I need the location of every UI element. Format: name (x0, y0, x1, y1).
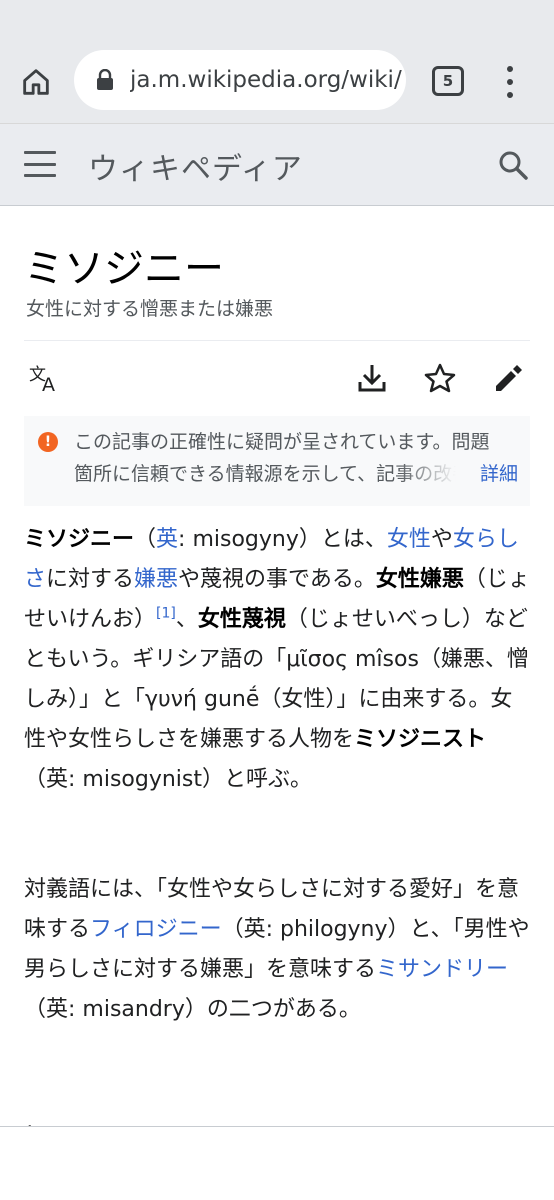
wiki-header: ウィキペディア (0, 124, 554, 206)
page-title: ミソジニー (24, 246, 224, 292)
link-woman[interactable]: 女性 (387, 527, 431, 552)
notice-line-1: この記事の正確性に疑問が呈されています。問題 (74, 431, 490, 453)
translate-icon[interactable]: 文 A (26, 360, 62, 396)
text-span: : misogyny）とは、 (178, 527, 387, 552)
more-vert-icon-dot (507, 66, 513, 72)
page-subtitle: 女性に対する憎悪または嫌悪 (26, 298, 274, 320)
home-button[interactable] (14, 60, 58, 104)
link-misandry[interactable]: ミサンドリー (376, 957, 508, 982)
text-span: 、 (175, 607, 198, 632)
text-span: や蔑視の事である。 (178, 567, 376, 592)
text-span: （英: misandry）の二つがある。 (24, 997, 361, 1022)
bold-term: 女性蔑視 (197, 607, 286, 632)
accuracy-notice[interactable]: ! この記事の正確性に疑問が呈されています。問題 箇所に信頼できる情報源を示して… (24, 416, 530, 506)
browser-toolbar: ja.m.wikipedia.org/wiki/ 5 (0, 0, 554, 124)
search-icon[interactable] (496, 148, 530, 182)
text-span: や (430, 527, 453, 552)
menu-icon[interactable] (24, 151, 56, 177)
bottom-area (0, 1127, 554, 1200)
url-text: ja.m.wikipedia.org/wiki/ (130, 67, 402, 93)
article-paragraph-1: ミソジニー（英: misogyny）とは、女性や女らしさに対する嫌悪や蔑視の事で… (24, 520, 530, 800)
star-icon[interactable] (422, 360, 458, 396)
text-span: （ (134, 527, 157, 552)
bold-term: ミソジニー (24, 527, 135, 552)
home-icon (23, 69, 49, 95)
link-philogyny[interactable]: フィロジニー (90, 917, 222, 942)
tab-count: 5 (442, 72, 454, 90)
browser-menu-button[interactable] (496, 62, 524, 102)
tab-switcher-button[interactable]: 5 (432, 66, 464, 96)
bold-term: ミソジニスト (354, 727, 487, 752)
svg-text:A: A (42, 374, 55, 395)
reference-link[interactable]: [1] (156, 606, 176, 622)
link-aversion[interactable]: 嫌悪 (134, 567, 178, 592)
article-paragraph-2: 対義語には、「女性や女らしさに対する愛好」を意味するフィロジニー（英: phil… (24, 870, 530, 1030)
more-vert-icon-dot (507, 79, 513, 85)
edit-icon[interactable] (490, 360, 526, 396)
notice-line-2: 箇所に信頼できる情報源を示して、記事の改善に (74, 463, 456, 485)
link-english[interactable]: 英 (156, 527, 178, 552)
url-bar[interactable]: ja.m.wikipedia.org/wiki/ (74, 50, 406, 110)
text-span: （英: misogynist）と呼ぶ。 (24, 767, 312, 792)
download-icon[interactable] (354, 360, 390, 396)
notice-more-link[interactable]: 詳細 (480, 458, 518, 490)
notice-text: この記事の正確性に疑問が呈されています。問題 箇所に信頼できる情報源を示して、記… (74, 426, 519, 490)
divider (24, 340, 530, 341)
text-span: に対する (46, 567, 135, 592)
warning-icon: ! (38, 432, 58, 452)
bold-term: 女性嫌悪 (375, 567, 464, 592)
wiki-wordmark[interactable]: ウィキペディア (88, 144, 303, 188)
more-vert-icon-dot (507, 92, 513, 98)
lock-icon (94, 69, 116, 91)
